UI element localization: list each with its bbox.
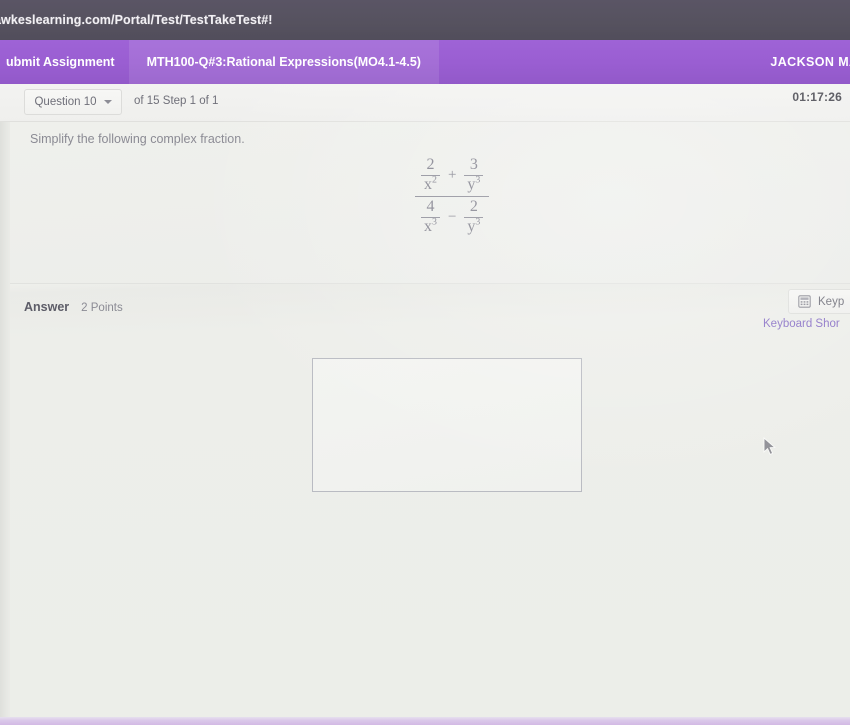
user-name-label[interactable]: JACKSON MANG: [770, 55, 850, 69]
keypad-button-label: Keyp: [818, 295, 845, 308]
denominator-right-top: 2: [469, 198, 478, 216]
keypad-button[interactable]: Keyp: [788, 289, 850, 314]
url-text[interactable]: awkeslearning.com/Portal/Test/TestTakeTe…: [0, 13, 273, 27]
answer-points: 2 Points: [81, 302, 123, 314]
assignment-title-tab[interactable]: MTH100-Q#3:Rational Expressions(MO4.1-4.…: [128, 40, 439, 84]
question-toolbar: Question 10 of 15 Step 1 of 1 01:17:26: [0, 84, 850, 122]
answer-header: Answer 2 Points: [24, 300, 123, 314]
browser-url-bar[interactable]: awkeslearning.com/Portal/Test/TestTakeTe…: [0, 0, 850, 40]
page-bottom-strip: [0, 717, 850, 725]
denominator-left-top: 4: [426, 198, 435, 216]
app-header-bar: ubmit Assignment MTH100-Q#3:Rational Exp…: [0, 40, 850, 84]
numerator-operator: +: [447, 166, 457, 183]
complex-fraction-denominator: 4 x3 − 2 y3: [415, 197, 489, 238]
math-expression: 2 x2 + 3 y3 4 x3 − 2 y3: [415, 155, 490, 238]
question-selector-dropdown[interactable]: Question 10: [24, 89, 122, 115]
chevron-down-icon: [103, 100, 112, 104]
submit-assignment-button[interactable]: ubmit Assignment: [0, 40, 129, 84]
browser-window: awkeslearning.com/Portal/Test/TestTakeTe…: [0, 0, 850, 725]
denominator-right-fraction: 2 y3: [464, 198, 484, 236]
numerator-left-fraction: 2 x2: [421, 156, 440, 194]
numerator-right-bottom: y3: [467, 174, 481, 193]
numerator-left-top: 2: [426, 156, 435, 173]
keyboard-shortcuts-link[interactable]: Keyboard Shor: [763, 318, 840, 330]
denominator-left-bottom: x3: [424, 216, 437, 236]
page-left-edge: [0, 84, 10, 725]
denominator-left-fraction: 4 x3: [421, 198, 440, 236]
denominator-right-bottom: y3: [467, 216, 481, 236]
keypad-icon: [798, 295, 811, 308]
complex-fraction-numerator: 2 x2 + 3 y3: [415, 155, 489, 196]
numerator-right-top: 3: [469, 156, 478, 173]
countdown-timer: 01:17:26: [792, 90, 842, 104]
question-panel: Simplify the following complex fraction.…: [10, 122, 850, 283]
answer-input-box[interactable]: [312, 358, 582, 492]
question-step-text: of 15 Step 1 of 1: [134, 95, 219, 107]
question-selector-label: Question 10: [34, 96, 97, 108]
complex-fraction: 2 x2 + 3 y3 4 x3 − 2 y3: [415, 155, 490, 238]
answer-panel: Answer 2 Points Keyp Keyboard Shor: [10, 284, 850, 717]
answer-label: Answer: [24, 300, 70, 314]
numerator-left-bottom: x2: [424, 174, 437, 193]
numerator-right-fraction: 3 y3: [464, 156, 484, 194]
denominator-operator: −: [447, 208, 457, 225]
question-prompt: Simplify the following complex fraction.: [30, 132, 245, 146]
